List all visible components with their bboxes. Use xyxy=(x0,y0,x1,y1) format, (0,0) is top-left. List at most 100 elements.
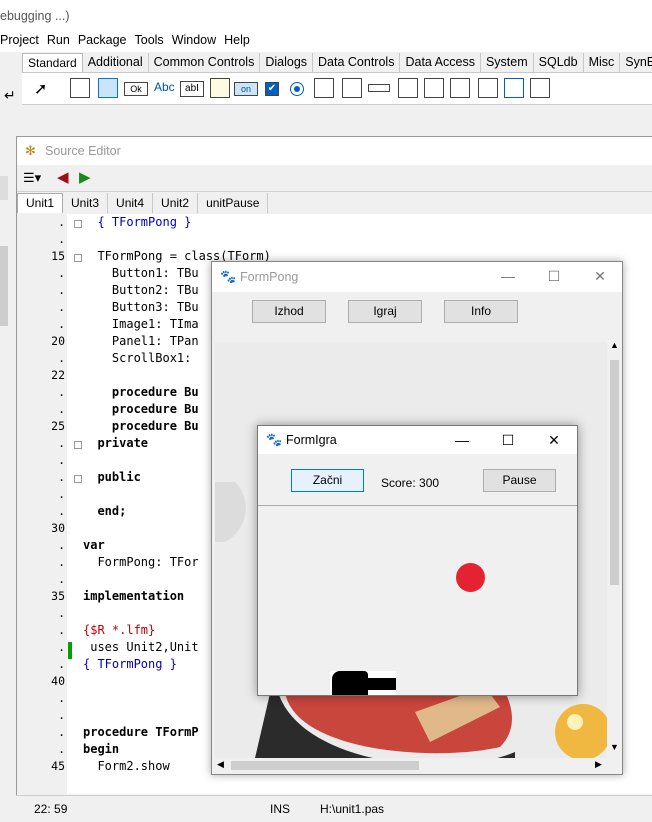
radiogroup-component-icon[interactable] xyxy=(424,78,444,98)
scroll-left-icon[interactable]: ◀ xyxy=(217,759,224,770)
lazarus-icon: ✻ xyxy=(25,143,36,158)
listbox-component-icon[interactable] xyxy=(314,78,334,98)
paw-icon: 🐾 xyxy=(266,432,283,447)
line-number: 45 xyxy=(51,759,65,773)
tab-common-controls[interactable]: Common Controls xyxy=(149,53,261,72)
checkbox-component-icon[interactable]: ✔ xyxy=(265,82,279,96)
scroll-right-icon[interactable]: ▶ xyxy=(595,759,602,770)
tab-misc[interactable]: Misc xyxy=(584,53,621,72)
paddle-handle xyxy=(366,678,396,690)
menu-project[interactable]: Project xyxy=(0,32,45,52)
tab-data-access[interactable]: Data Access xyxy=(400,53,481,72)
combobox-component-icon[interactable] xyxy=(342,78,362,98)
tab-unit3[interactable]: Unit3 xyxy=(63,193,109,213)
izhod-button[interactable]: Izhod xyxy=(252,300,326,323)
return-arrow-icon[interactable]: ↵ xyxy=(4,87,16,104)
tab-dialogs[interactable]: Dialogs xyxy=(260,53,314,72)
fold-toggle[interactable] xyxy=(74,475,82,483)
line-number: . xyxy=(58,640,65,654)
fold-toggle[interactable] xyxy=(74,254,82,262)
info-button[interactable]: Info xyxy=(444,300,518,323)
tab-unit1[interactable]: Unit1 xyxy=(17,193,64,213)
memo-component-icon[interactable] xyxy=(210,78,230,98)
game-field[interactable] xyxy=(258,505,577,695)
fold-toggle[interactable] xyxy=(74,441,82,449)
line-number: . xyxy=(58,470,65,484)
mainmenu-icon[interactable] xyxy=(70,78,90,98)
line-number: 22 xyxy=(51,368,65,382)
line-number: . xyxy=(58,351,65,365)
paddle xyxy=(332,671,368,695)
frame-component-icon[interactable] xyxy=(504,78,524,98)
menu-window[interactable]: Window xyxy=(172,32,222,52)
score-label: Score: 300 xyxy=(381,476,440,490)
menu-tools[interactable]: Tools xyxy=(135,32,170,52)
label-component-icon[interactable]: Abc xyxy=(154,80,175,94)
edit-component-icon[interactable]: abI xyxy=(180,81,204,97)
menu-package[interactable]: Package xyxy=(78,32,133,52)
maximize-icon[interactable]: ☐ xyxy=(534,262,574,290)
minimize-icon[interactable]: — xyxy=(442,426,482,454)
line-number: . xyxy=(58,691,65,705)
cursor-position: 22: 59 xyxy=(34,802,68,816)
forward-arrow-icon[interactable]: ▶ xyxy=(79,168,91,186)
popupmenu-icon[interactable] xyxy=(98,78,118,98)
hscroll-thumb[interactable] xyxy=(231,761,419,770)
scroll-down-icon[interactable]: ▼ xyxy=(610,742,619,752)
insert-mode: INS xyxy=(270,802,291,816)
editor-status-bar: 22: 59 INS H:\unit1.pas xyxy=(16,795,652,822)
pong-horizontal-scrollbar[interactable]: ◀ ▶ xyxy=(215,758,607,773)
checkgroup-component-icon[interactable] xyxy=(450,78,470,98)
editor-toolbar: ☰▾ ◀ ▶ xyxy=(17,166,652,192)
modified-line-marker xyxy=(68,642,72,659)
togglebox-component-icon[interactable]: on xyxy=(234,82,258,96)
line-number: . xyxy=(58,283,65,297)
line-number: . xyxy=(58,215,65,229)
tab-system[interactable]: System xyxy=(481,53,534,72)
tab-data-controls[interactable]: Data Controls xyxy=(313,53,401,72)
close-icon[interactable]: ✕ xyxy=(580,262,620,290)
tab-synedit[interactable]: SynEd xyxy=(620,53,652,72)
line-number: . xyxy=(58,453,65,467)
button-component-icon[interactable]: Ok xyxy=(124,82,148,96)
close-icon[interactable]: ✕ xyxy=(534,426,574,454)
radiobutton-component-icon[interactable] xyxy=(290,82,304,96)
line-number: . xyxy=(58,300,65,314)
code-line[interactable]: { TFormPong } xyxy=(83,214,652,231)
tab-standard[interactable]: Standard xyxy=(22,53,83,72)
panel-component-icon[interactable] xyxy=(478,78,498,98)
line-number: 30 xyxy=(51,521,65,535)
dock-scroll[interactable] xyxy=(0,246,8,326)
line-number: . xyxy=(58,232,65,246)
tab-unitpause[interactable]: unitPause xyxy=(198,193,269,213)
file-path: H:\unit1.pas xyxy=(320,802,385,816)
vscroll-thumb[interactable] xyxy=(610,360,619,585)
pause-button[interactable]: Pause xyxy=(483,469,556,492)
tab-sqldb[interactable]: SQLdb xyxy=(534,53,584,72)
minimize-icon[interactable]: — xyxy=(488,262,528,290)
palette-left-strip: ↵ xyxy=(0,53,22,105)
menu-help[interactable]: Help xyxy=(224,32,256,52)
pointer-icon[interactable]: ➚ xyxy=(34,79,47,99)
groupbox-component-icon[interactable] xyxy=(398,78,418,98)
jump-history-icon[interactable]: ☰▾ xyxy=(23,170,41,186)
scroll-up-icon[interactable]: ▲ xyxy=(610,340,619,350)
line-number: . xyxy=(58,555,65,569)
editor-tabs: Unit1 Unit3 Unit4 Unit2 unitPause xyxy=(17,193,652,213)
pong-vertical-scrollbar[interactable]: ▲ ▼ xyxy=(607,340,622,758)
dock-tab[interactable] xyxy=(0,176,8,200)
tab-unit4[interactable]: Unit4 xyxy=(108,193,154,213)
actionlist-component-icon[interactable] xyxy=(530,78,550,98)
fold-toggle[interactable] xyxy=(74,220,82,228)
component-palette-tabs: Standard Additional Common Controls Dial… xyxy=(22,53,652,73)
zacni-button[interactable]: Začni xyxy=(291,469,364,492)
scrollbar-component-icon[interactable] xyxy=(368,84,390,92)
tab-additional[interactable]: Additional xyxy=(83,53,149,72)
igraj-button[interactable]: Igraj xyxy=(348,300,422,323)
left-dock-strip xyxy=(0,166,16,822)
maximize-icon[interactable]: ☐ xyxy=(488,426,528,454)
code-line[interactable] xyxy=(83,231,652,248)
menu-run[interactable]: Run xyxy=(47,32,76,52)
back-arrow-icon[interactable]: ◀ xyxy=(57,168,69,186)
tab-unit2[interactable]: Unit2 xyxy=(153,193,199,213)
